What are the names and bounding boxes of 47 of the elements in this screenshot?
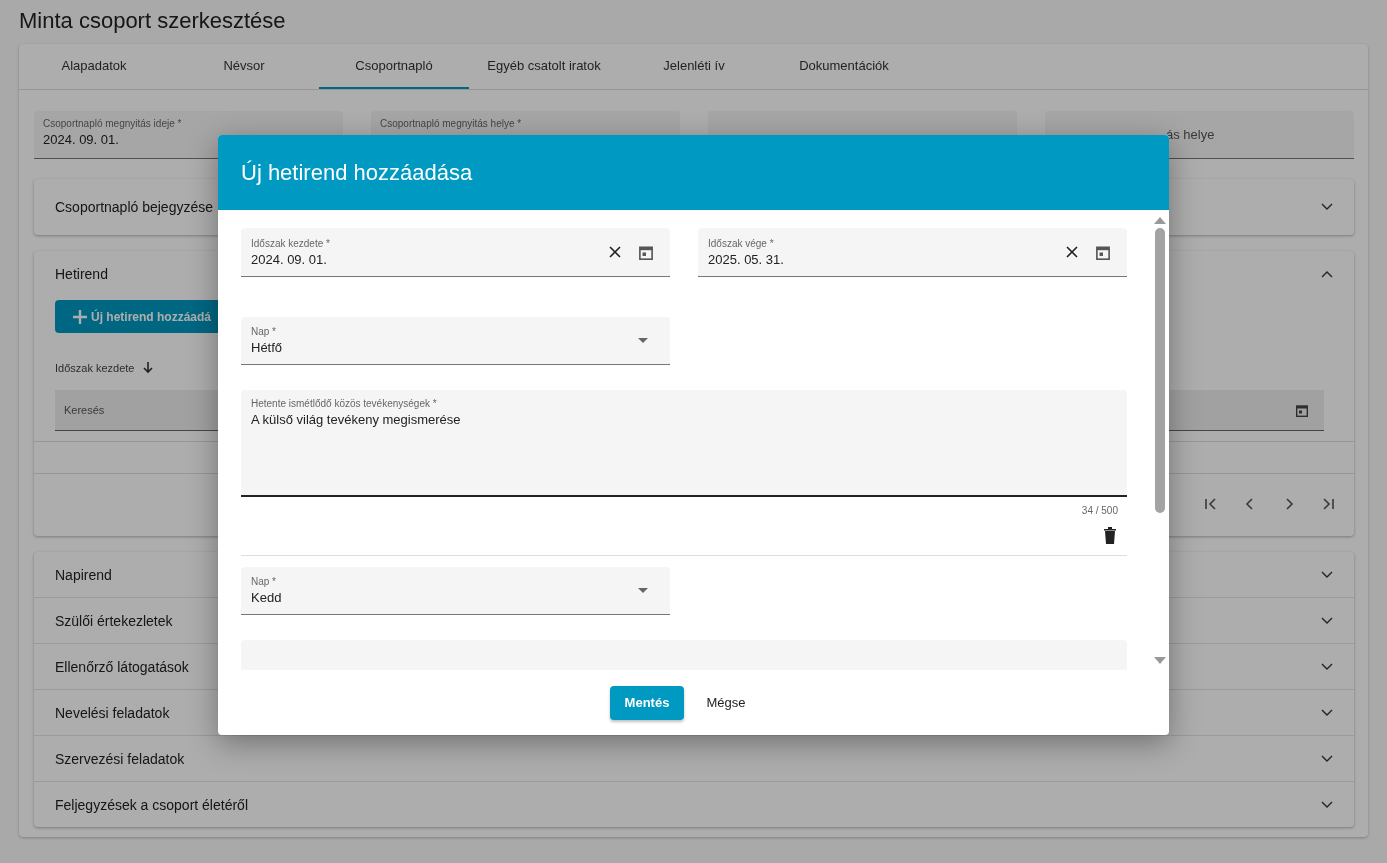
tab[interactable]: Jelenléti ív	[619, 44, 769, 89]
activities-textarea[interactable]: Hetente ismétlődő közös tevékenységek * A külső világ tevékeny megismerése	[241, 390, 1127, 497]
plus-icon	[73, 309, 87, 324]
dropdown-arrow-icon	[638, 338, 648, 343]
chevron-icon[interactable]	[1321, 754, 1333, 763]
tab[interactable]: Alapadatok	[19, 44, 169, 89]
panel-title[interactable]: Hetirend	[55, 265, 108, 282]
day-select[interactable]: Nap * Hétfő	[241, 317, 670, 365]
dialog-title: Új hetirend hozzáadása	[241, 159, 473, 186]
tab[interactable]: Dokumentációk	[769, 44, 919, 89]
chevron-icon[interactable]	[1321, 616, 1333, 625]
scroll-up-icon[interactable]	[1153, 217, 1166, 224]
date-field[interactable]: Időszak vége * 2025. 05. 31.	[698, 228, 1127, 277]
tab[interactable]: Névsor	[169, 44, 319, 89]
panel-title[interactable]: Napirend	[55, 566, 112, 583]
scrollbar-thumb[interactable]	[1154, 228, 1165, 513]
panel-title[interactable]: Feljegyzések a csoport életéről	[55, 796, 248, 813]
last-page-icon[interactable]	[1321, 497, 1335, 511]
panel-title[interactable]: Szülői értekezletek	[55, 612, 173, 629]
chevron-icon[interactable]	[1321, 269, 1333, 278]
cancel-button[interactable]: Mégse	[698, 685, 754, 720]
close-icon[interactable]	[1066, 246, 1078, 258]
chevron-icon[interactable]	[1321, 800, 1333, 809]
calendar-icon[interactable]	[1096, 244, 1110, 260]
column-header[interactable]: Időszak kezdete	[55, 362, 135, 374]
calendar-icon[interactable]	[1296, 403, 1308, 417]
chevron-icon[interactable]	[1321, 662, 1333, 671]
dropdown-arrow-icon	[638, 588, 648, 593]
character-counter: 34 / 500	[1080, 504, 1119, 516]
tab[interactable]: Csoportnapló	[319, 44, 469, 89]
panel-title[interactable]: Nevelési feladatok	[55, 704, 170, 721]
calendar-icon[interactable]	[639, 244, 653, 260]
scroll-down-icon[interactable]	[1153, 657, 1166, 664]
panel-title[interactable]: Szervezési feladatok	[55, 750, 185, 767]
delete-icon[interactable]	[1103, 526, 1117, 544]
panel-title[interactable]: Ellenőrző látogatások	[55, 658, 189, 675]
date-field[interactable]: Időszak kezdete * 2024. 09. 01.	[241, 228, 670, 277]
page-title: Minta csoport szerkesztése	[18, 7, 287, 35]
chevron-icon[interactable]	[1321, 570, 1333, 579]
first-page-icon[interactable]	[1204, 497, 1218, 511]
chevron-icon[interactable]	[1321, 203, 1333, 211]
chevron-icon[interactable]	[1321, 708, 1333, 717]
day-select[interactable]: Nap * Kedd	[241, 567, 670, 615]
arrow-down-icon[interactable]	[142, 362, 153, 374]
tab[interactable]: Egyéb csatolt iratok	[469, 44, 619, 89]
panel-title[interactable]: Csoportnapló bejegyzése	[55, 199, 213, 215]
close-icon[interactable]	[609, 246, 621, 258]
